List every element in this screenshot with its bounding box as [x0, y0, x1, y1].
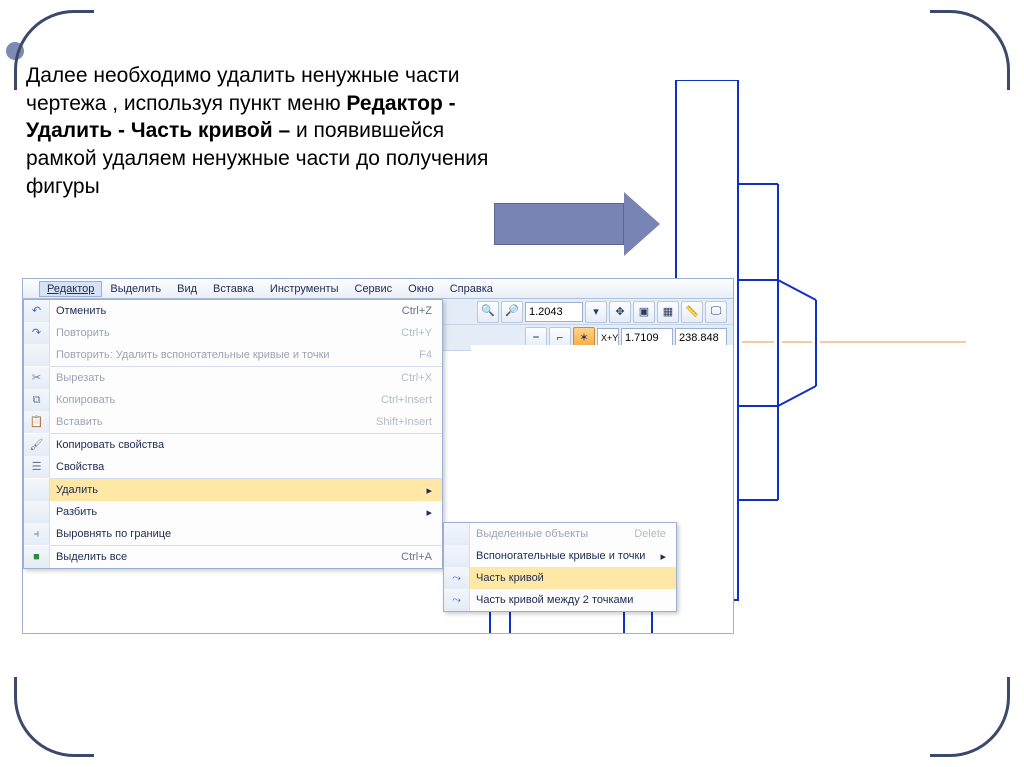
menu-item-label: Копировать: [50, 394, 381, 406]
submenu-item-label: Часть кривой между 2 точками: [470, 594, 670, 606]
app-window: Редактор Выделить Вид Вставка Инструмент…: [22, 278, 734, 634]
frame-corner: [930, 677, 1010, 757]
grid-icon[interactable]: ▦: [657, 301, 679, 323]
menu-tools[interactable]: Инструменты: [262, 281, 347, 297]
menu-item-label: Отменить: [50, 305, 402, 317]
delete-submenu: Выделенные объектыDeleteВспоногательные …: [443, 522, 677, 612]
submenu-item-0: Выделенные объектыDelete: [444, 523, 676, 545]
zoom-out-icon[interactable]: 🔍: [477, 301, 499, 323]
menu-item-shortcut: Ctrl+Z: [402, 305, 436, 317]
copy-icon: ⧉: [24, 389, 50, 411]
submenu-item-shortcut: Delete: [634, 528, 670, 540]
menu-item-label: Вырезать: [50, 372, 401, 384]
blank-icon: [444, 545, 470, 567]
menu-item-label: Выровнять по границе: [50, 528, 436, 540]
menu-help[interactable]: Справка: [442, 281, 501, 297]
chevron-right-icon: ▸: [426, 506, 436, 519]
menu-item-label: Повторить: Удалить вспонотательные кривы…: [50, 349, 419, 361]
chevron-right-icon: ▸: [660, 550, 670, 563]
menu-select[interactable]: Выделить: [102, 281, 169, 297]
submenu-item-label: Вспоногательные кривые и точки: [470, 550, 660, 562]
menu-item-10[interactable]: ⫞Выровнять по границе: [24, 523, 442, 545]
menu-item-11[interactable]: ■Выделить всеCtrl+A: [24, 546, 442, 568]
redo-icon: ↷: [24, 322, 50, 344]
curve-icon: ⤳: [444, 567, 470, 589]
menu-item-shortcut: Ctrl+X: [401, 372, 436, 384]
dropdown-icon[interactable]: ▾: [585, 301, 607, 323]
menu-item-7[interactable]: ☰Свойства: [24, 456, 442, 478]
slide-text: Далее необходимо удалить ненужные части …: [26, 62, 506, 201]
brush-icon: 🖌: [24, 434, 50, 456]
blank-icon: [24, 479, 50, 501]
blank-icon: [24, 501, 50, 523]
fit-icon[interactable]: ▣: [633, 301, 655, 323]
paste-icon: 📋: [24, 411, 50, 433]
menu-item-1: ↷ПовторитьCtrl+Y: [24, 322, 442, 344]
menu-item-6[interactable]: 🖌Копировать свойства: [24, 434, 442, 456]
submenu-item-3[interactable]: ⤳Часть кривой между 2 точками: [444, 589, 676, 611]
menu-editor[interactable]: Редактор: [39, 281, 102, 297]
menu-item-label: Копировать свойства: [50, 439, 436, 451]
align-icon: ⫞: [24, 523, 50, 545]
editor-dropdown: ↶ОтменитьCtrl+Z↷ПовторитьCtrl+YПовторить…: [23, 299, 443, 569]
props-icon: ☰: [24, 456, 50, 478]
menu-item-label: Удалить: [50, 484, 426, 496]
menu-item-3: ✂ВырезатьCtrl+X: [24, 367, 442, 389]
menu-item-4: ⧉КопироватьCtrl+Insert: [24, 389, 442, 411]
blank-icon: [24, 344, 50, 366]
submenu-item-label: Выделенные объекты: [470, 528, 634, 540]
menu-item-9[interactable]: Разбить▸: [24, 501, 442, 523]
menu-view[interactable]: Вид: [169, 281, 205, 297]
menu-item-shortcut: Shift+Insert: [376, 416, 436, 428]
frame-corner: [930, 10, 1010, 90]
menubar: Редактор Выделить Вид Вставка Инструмент…: [23, 279, 733, 299]
submenu-item-label: Часть кривой: [470, 572, 670, 584]
zoom-in-icon[interactable]: 🔎: [501, 301, 523, 323]
arrow-right: [494, 192, 660, 256]
menu-item-shortcut: Ctrl+Y: [401, 327, 436, 339]
pan-icon[interactable]: ✥: [609, 301, 631, 323]
screen-icon[interactable]: 🖵: [705, 301, 727, 323]
cut-icon: ✂: [24, 367, 50, 389]
menu-item-0[interactable]: ↶ОтменитьCtrl+Z: [24, 300, 442, 322]
submenu-item-1[interactable]: Вспоногательные кривые и точки▸: [444, 545, 676, 567]
curve2-icon: ⤳: [444, 589, 470, 611]
menu-item-label: Вставить: [50, 416, 376, 428]
undo-icon: ↶: [24, 300, 50, 322]
frame-corner: [14, 677, 94, 757]
chevron-right-icon: ▸: [426, 484, 436, 497]
blank-icon: [444, 523, 470, 545]
menu-item-2: Повторить: Удалить вспонотательные кривы…: [24, 344, 442, 366]
measure-icon[interactable]: 📏: [681, 301, 703, 323]
menu-window[interactable]: Окно: [400, 281, 442, 297]
menu-item-8[interactable]: Удалить▸: [24, 479, 442, 501]
menu-item-shortcut: Ctrl+Insert: [381, 394, 436, 406]
menu-item-5: 📋ВставитьShift+Insert: [24, 411, 442, 433]
menu-item-shortcut: Ctrl+A: [401, 551, 436, 563]
submenu-item-2[interactable]: ⤳Часть кривой: [444, 567, 676, 589]
menu-service[interactable]: Сервис: [347, 281, 401, 297]
menu-insert[interactable]: Вставка: [205, 281, 262, 297]
zoom-field[interactable]: 1.2043: [525, 302, 583, 322]
menu-item-label: Выделить все: [50, 551, 401, 563]
menu-item-shortcut: F4: [419, 349, 436, 361]
selall-icon: ■: [24, 546, 50, 568]
menu-item-label: Разбить: [50, 506, 426, 518]
menu-item-label: Свойства: [50, 461, 436, 473]
menu-item-label: Повторить: [50, 327, 401, 339]
